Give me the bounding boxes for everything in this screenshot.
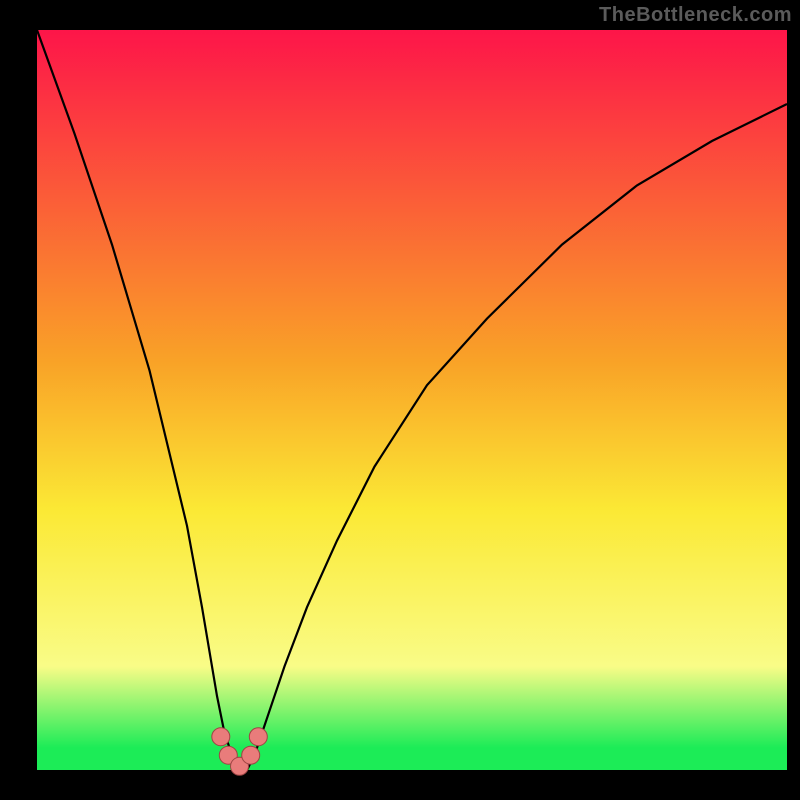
marker-point xyxy=(249,728,267,746)
marker-point xyxy=(212,728,230,746)
marker-point xyxy=(242,746,260,764)
chart-svg xyxy=(0,0,800,800)
plot-background xyxy=(37,30,787,770)
chart-root: TheBottleneck.com xyxy=(0,0,800,800)
watermark-text: TheBottleneck.com xyxy=(599,4,792,27)
